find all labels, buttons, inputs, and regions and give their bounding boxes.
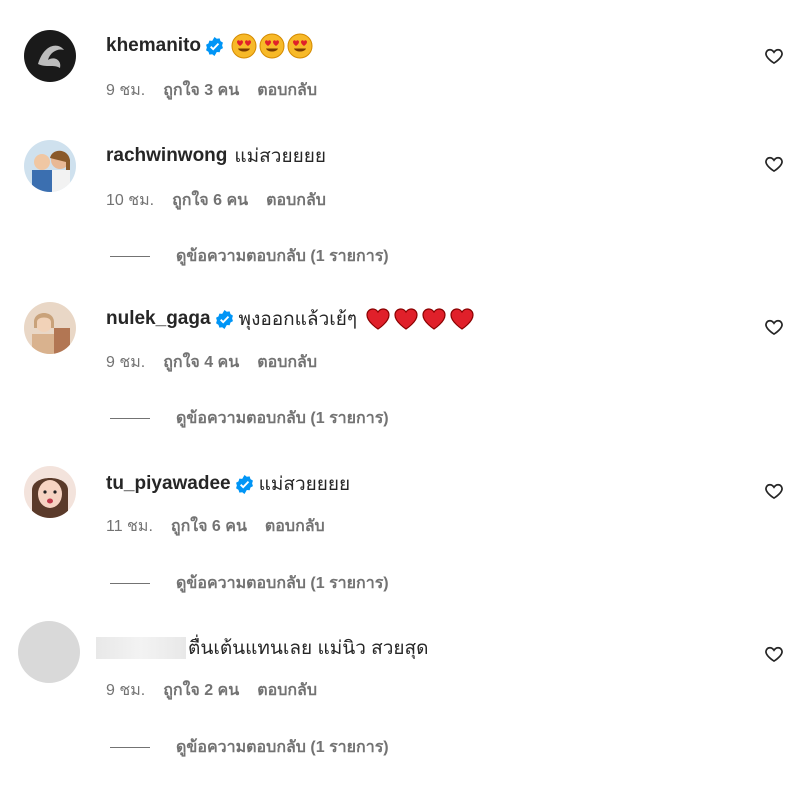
heart-eyes-emoji-icon	[231, 33, 257, 59]
heart-eyes-emoji-icon	[259, 33, 285, 59]
comment-line: khemanito	[106, 32, 313, 60]
divider	[110, 747, 150, 748]
avatar[interactable]	[24, 302, 76, 354]
divider	[110, 256, 150, 257]
reply-button[interactable]: ตอบกลับ	[266, 188, 326, 213]
verified-badge-icon	[235, 474, 254, 494]
username-link[interactable]: nulek_gaga	[106, 308, 211, 330]
view-replies-label: ดูข้อความตอบกลับ (1 รายการ)	[176, 248, 389, 265]
view-replies-label: ดูข้อความตอบกลับ (1 รายการ)	[176, 575, 389, 592]
red-heart-emoji-icon	[449, 306, 475, 332]
comment-meta: 9 ชม. ถูกใจ 2 คน ตอบกลับ	[106, 678, 317, 703]
like-heart-icon[interactable]	[764, 644, 784, 664]
view-replies-button[interactable]: ดูข้อความตอบกลับ (1 รายการ)	[110, 406, 389, 431]
likes-count[interactable]: ถูกใจ 6 คน	[172, 188, 248, 213]
like-heart-icon[interactable]	[764, 154, 784, 174]
view-replies-button[interactable]: ดูข้อความตอบกลับ (1 รายการ)	[110, 571, 389, 596]
heart-eyes-emoji-icon	[287, 33, 313, 59]
reply-button[interactable]: ตอบกลับ	[265, 514, 325, 539]
username-link[interactable]: rachwinwong	[106, 145, 227, 167]
username-link[interactable]: tu_piyawadee	[106, 473, 231, 495]
view-replies-label: ดูข้อความตอบกลับ (1 รายการ)	[176, 739, 389, 756]
likes-count[interactable]: ถูกใจ 3 คน	[163, 78, 239, 103]
divider	[110, 418, 150, 419]
reply-button[interactable]: ตอบกลับ	[257, 350, 317, 375]
comment-text: พุงออกแล้วเย้ๆ	[238, 309, 358, 330]
comment-text: ตื่นเต้นแทนเลย แม่นิว สวยสุด	[188, 638, 429, 659]
likes-count[interactable]: ถูกใจ 2 คน	[163, 678, 239, 703]
comment-meta: 9 ชม. ถูกใจ 4 คน ตอบกลับ	[106, 350, 317, 375]
comment-meta: 9 ชม. ถูกใจ 3 คน ตอบกลับ	[106, 78, 317, 103]
red-heart-emoji-icon	[421, 306, 447, 332]
avatar[interactable]	[24, 466, 76, 518]
comment-text: แม่สวยยยย	[258, 474, 351, 495]
view-replies-button[interactable]: ดูข้อความตอบกลับ (1 รายการ)	[110, 735, 389, 760]
likes-count[interactable]: ถูกใจ 4 คน	[163, 350, 239, 375]
red-heart-emoji-icon	[393, 306, 419, 332]
view-replies-label: ดูข้อความตอบกลับ (1 รายการ)	[176, 410, 389, 427]
comment-text: แม่สวยยยย	[234, 146, 326, 167]
timestamp: 9 ชม.	[106, 682, 146, 699]
comment-meta: 10 ชม. ถูกใจ 6 คน ตอบกลับ	[106, 188, 326, 213]
red-heart-emoji-icon	[365, 306, 391, 332]
timestamp: 9 ชม.	[106, 354, 146, 371]
likes-count[interactable]: ถูกใจ 6 คน	[171, 514, 247, 539]
avatar[interactable]	[18, 621, 80, 683]
comment-line: tu_piyawadee แม่สวยยยย	[106, 470, 350, 498]
username-redacted	[96, 637, 186, 659]
like-heart-icon[interactable]	[764, 46, 784, 66]
timestamp: 9 ชม.	[106, 82, 146, 99]
verified-badge-icon	[215, 309, 234, 329]
comment-line: nulek_gaga พุงออกแล้วเย้ๆ	[106, 305, 475, 333]
comment-line: ตื่นเต้นแทนเลย แม่นิว สวยสุด	[96, 634, 429, 662]
avatar[interactable]	[24, 140, 76, 192]
username-link[interactable]: khemanito	[106, 35, 201, 57]
verified-badge-icon	[205, 36, 224, 56]
reply-button[interactable]: ตอบกลับ	[257, 678, 317, 703]
like-heart-icon[interactable]	[764, 481, 784, 501]
timestamp: 11 ชม.	[106, 518, 153, 535]
timestamp: 10 ชม.	[106, 192, 155, 209]
comment-line: rachwinwong แม่สวยยยย	[106, 142, 326, 170]
divider	[110, 583, 150, 584]
reply-button[interactable]: ตอบกลับ	[257, 78, 317, 103]
avatar[interactable]	[24, 30, 76, 82]
view-replies-button[interactable]: ดูข้อความตอบกลับ (1 รายการ)	[110, 244, 389, 269]
comment-meta: 11 ชม. ถูกใจ 6 คน ตอบกลับ	[106, 514, 325, 539]
like-heart-icon[interactable]	[764, 317, 784, 337]
